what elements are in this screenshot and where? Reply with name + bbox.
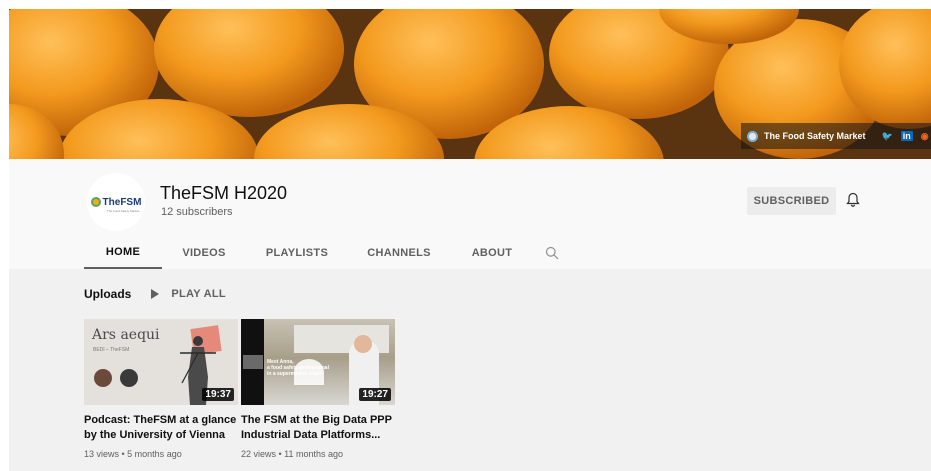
subscriber-count: 12 subscribers xyxy=(161,206,233,218)
channel-header: TheFSM The Food Safety Market TheFSM H20… xyxy=(9,159,931,269)
thefsm-logo-icon xyxy=(90,197,101,207)
video-title-line: Podcast: TheFSM at a glance xyxy=(84,414,237,426)
banner-links-overlay: The Food Safety Market 🐦 in ◉ xyxy=(741,123,931,149)
thumbnail-inset-video xyxy=(243,355,263,369)
social-links: 🐦 in ◉ xyxy=(882,131,929,142)
play-icon[interactable] xyxy=(151,289,160,299)
youtube-channel-page: The Food Safety Market 🐦 in ◉ TheFSM The… xyxy=(0,0,931,471)
channel-avatar[interactable]: TheFSM The Food Safety Market xyxy=(87,173,145,231)
channel-tabs: HOME VIDEOS PLAYLISTS CHANNELS ABOUT xyxy=(84,237,570,269)
tab-home[interactable]: HOME xyxy=(84,237,162,269)
thumbnail-overlay-text: Meet Anna, a food safety professional in… xyxy=(267,359,329,377)
video-meta: 13 views • 5 months ago xyxy=(84,449,182,459)
channel-title: TheFSM H2020 xyxy=(160,183,288,203)
search-icon xyxy=(545,246,559,260)
channel-banner: The Food Safety Market 🐦 in ◉ xyxy=(9,9,931,159)
brand-logo-icon xyxy=(747,130,758,142)
avatar-logo-subtext: The Food Safety Market xyxy=(107,209,140,213)
video-title-line: Industrial Data Platforms... xyxy=(241,429,381,441)
tab-about[interactable]: ABOUT xyxy=(450,237,534,269)
notification-bell-icon[interactable] xyxy=(845,192,861,208)
video-title[interactable]: Podcast: TheFSM at a glance by the Unive… xyxy=(84,413,238,443)
video-card[interactable]: Ars aequi BEDI – TheFSM 19:37 Podcast: T… xyxy=(84,319,238,459)
tab-playlists[interactable]: PLAYLISTS xyxy=(246,237,348,269)
video-title-line: The FSM at the Big Data PPP xyxy=(241,414,392,426)
rss-icon[interactable]: ◉ xyxy=(921,131,929,142)
video-thumbnail[interactable]: Meet Anna, a food safety professional in… xyxy=(241,319,395,405)
tab-videos[interactable]: VIDEOS xyxy=(162,237,246,269)
thumbnail-title-text: Ars aequi xyxy=(92,327,160,343)
linkedin-icon[interactable]: in xyxy=(900,131,913,141)
thumbnail-figure-head xyxy=(354,335,372,353)
video-duration: 19:27 xyxy=(359,388,391,401)
banner-brand-link[interactable]: The Food Safety Market xyxy=(764,131,866,141)
speaker-avatar xyxy=(120,369,138,387)
tab-channels[interactable]: CHANNELS xyxy=(348,237,450,269)
video-title[interactable]: The FSM at the Big Data PPP Industrial D… xyxy=(241,413,395,443)
subscribed-button[interactable]: SUBSCRIBED xyxy=(747,187,836,215)
avatar-logo-text: TheFSM xyxy=(102,196,142,208)
twitter-icon[interactable]: 🐦 xyxy=(882,131,893,142)
uploads-shelf-header: Uploads PLAY ALL xyxy=(84,287,226,301)
video-meta: 22 views • 11 months ago xyxy=(241,449,344,459)
video-title-line: by the University of Vienna xyxy=(84,429,226,441)
video-thumbnail[interactable]: Ars aequi BEDI – TheFSM 19:37 xyxy=(84,319,238,405)
channel-search-button[interactable] xyxy=(534,237,570,269)
video-card[interactable]: Meet Anna, a food safety professional in… xyxy=(241,319,395,459)
channel-home-content: Uploads PLAY ALL Ars aequi BEDI – TheFSM… xyxy=(9,269,931,471)
thumbnail-subtitle-text: BEDI – TheFSM xyxy=(93,347,130,353)
video-duration: 19:37 xyxy=(202,388,234,401)
play-all-button[interactable]: PLAY ALL xyxy=(171,288,226,300)
speaker-avatar xyxy=(94,369,112,387)
uploads-title[interactable]: Uploads xyxy=(84,287,131,301)
